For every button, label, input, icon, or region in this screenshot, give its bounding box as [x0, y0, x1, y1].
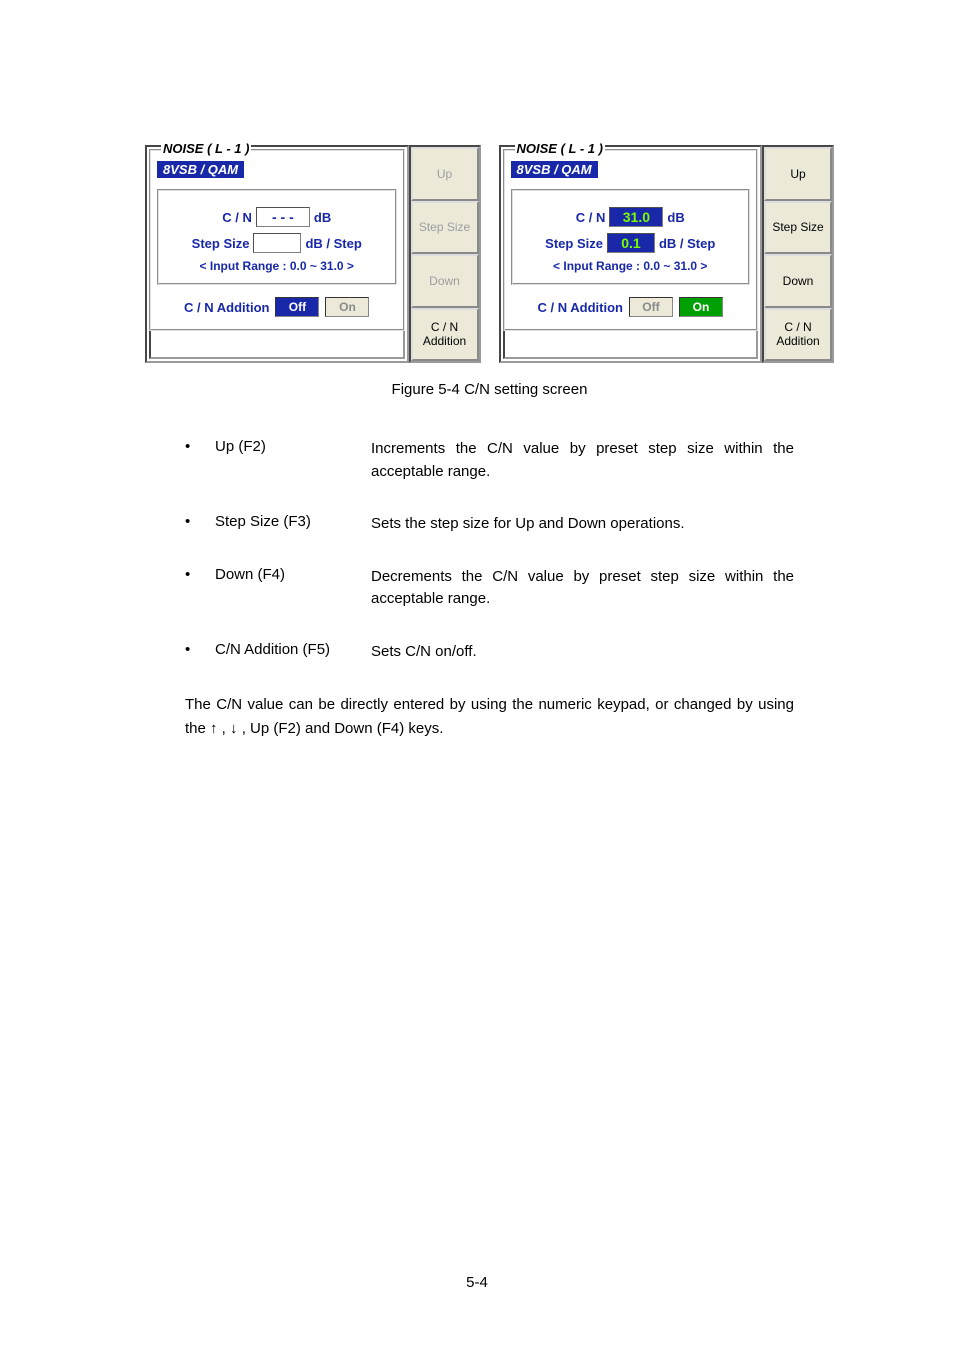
bullet-icon: •: [185, 438, 197, 483]
bullet-desc: Sets the step size for Up and Down opera…: [371, 513, 794, 536]
cn-label: C / N: [222, 210, 252, 225]
button-column: Up Step Size Down C / N Addition: [762, 145, 834, 363]
bullet-label: Step Size (F3): [215, 513, 353, 536]
step-size-unit: dB / Step: [659, 236, 715, 251]
down-button[interactable]: Down: [411, 254, 479, 308]
list-item: • C/N Addition (F5) Sets C/N on/off.: [185, 641, 794, 664]
paragraph: The C/N value can be directly entered by…: [185, 693, 794, 741]
off-toggle[interactable]: Off: [275, 297, 319, 317]
step-size-label: Step Size: [192, 236, 250, 251]
up-button[interactable]: Up: [764, 147, 832, 201]
cn-addition-button[interactable]: C / N Addition: [764, 308, 832, 362]
input-range: < Input Range : 0.0 ~ 31.0 >: [519, 259, 743, 273]
right-screenshot: NOISE ( L - 1 ) 8VSB / QAM C / N 31.0 dB…: [499, 145, 835, 363]
list-item: • Step Size (F3) Sets the step size for …: [185, 513, 794, 536]
bullet-label: Up (F2): [215, 438, 353, 483]
bullet-label: C/N Addition (F5): [215, 641, 353, 664]
left-screenshot: NOISE ( L - 1 ) 8VSB / QAM C / N - - - d…: [145, 145, 481, 363]
figure-caption: Figure 5-4 C/N setting screen: [145, 381, 834, 398]
status-bar: [149, 329, 405, 359]
list-item: • Up (F2) Increments the C/N value by pr…: [185, 438, 794, 483]
bullet-list: • Up (F2) Increments the C/N value by pr…: [185, 438, 794, 663]
figure-row: NOISE ( L - 1 ) 8VSB / QAM C / N - - - d…: [145, 145, 834, 363]
up-button[interactable]: Up: [411, 147, 479, 201]
on-toggle[interactable]: On: [325, 297, 369, 317]
down-button[interactable]: Down: [764, 254, 832, 308]
group-title: NOISE ( L - 1 ): [515, 141, 605, 156]
list-item: • Down (F4) Decrements the C/N value by …: [185, 566, 794, 611]
bullet-icon: •: [185, 513, 197, 536]
bullet-desc: Sets C/N on/off.: [371, 641, 794, 664]
cn-addition-button[interactable]: C / N Addition: [411, 308, 479, 362]
step-size-button[interactable]: Step Size: [411, 201, 479, 255]
cn-unit: dB: [314, 210, 331, 225]
step-size-button[interactable]: Step Size: [764, 201, 832, 255]
status-bar: [503, 329, 759, 359]
cn-addition-label: C / N Addition: [184, 300, 269, 315]
button-column: Up Step Size Down C / N Addition: [409, 145, 481, 363]
cn-unit: dB: [667, 210, 684, 225]
on-toggle[interactable]: On: [679, 297, 723, 317]
bullet-icon: •: [185, 641, 197, 664]
bullet-icon: •: [185, 566, 197, 611]
mode-badge: 8VSB / QAM: [157, 161, 244, 178]
group-title: NOISE ( L - 1 ): [161, 141, 251, 156]
step-size-value[interactable]: 0.1: [607, 233, 655, 253]
input-range: < Input Range : 0.0 ~ 31.0 >: [165, 259, 389, 273]
bullet-label: Down (F4): [215, 566, 353, 611]
cn-label: C / N: [576, 210, 606, 225]
mode-badge: 8VSB / QAM: [511, 161, 598, 178]
cn-addition-label: C / N Addition: [538, 300, 623, 315]
bullet-desc: Decrements the C/N value by preset step …: [371, 566, 794, 611]
cn-value[interactable]: - - -: [256, 207, 310, 227]
cn-value[interactable]: 31.0: [609, 207, 663, 227]
step-size-label: Step Size: [545, 236, 603, 251]
bullet-desc: Increments the C/N value by preset step …: [371, 438, 794, 483]
off-toggle[interactable]: Off: [629, 297, 673, 317]
page-number: 5-4: [0, 1274, 954, 1291]
step-size-value[interactable]: [253, 233, 301, 253]
step-size-unit: dB / Step: [305, 236, 361, 251]
